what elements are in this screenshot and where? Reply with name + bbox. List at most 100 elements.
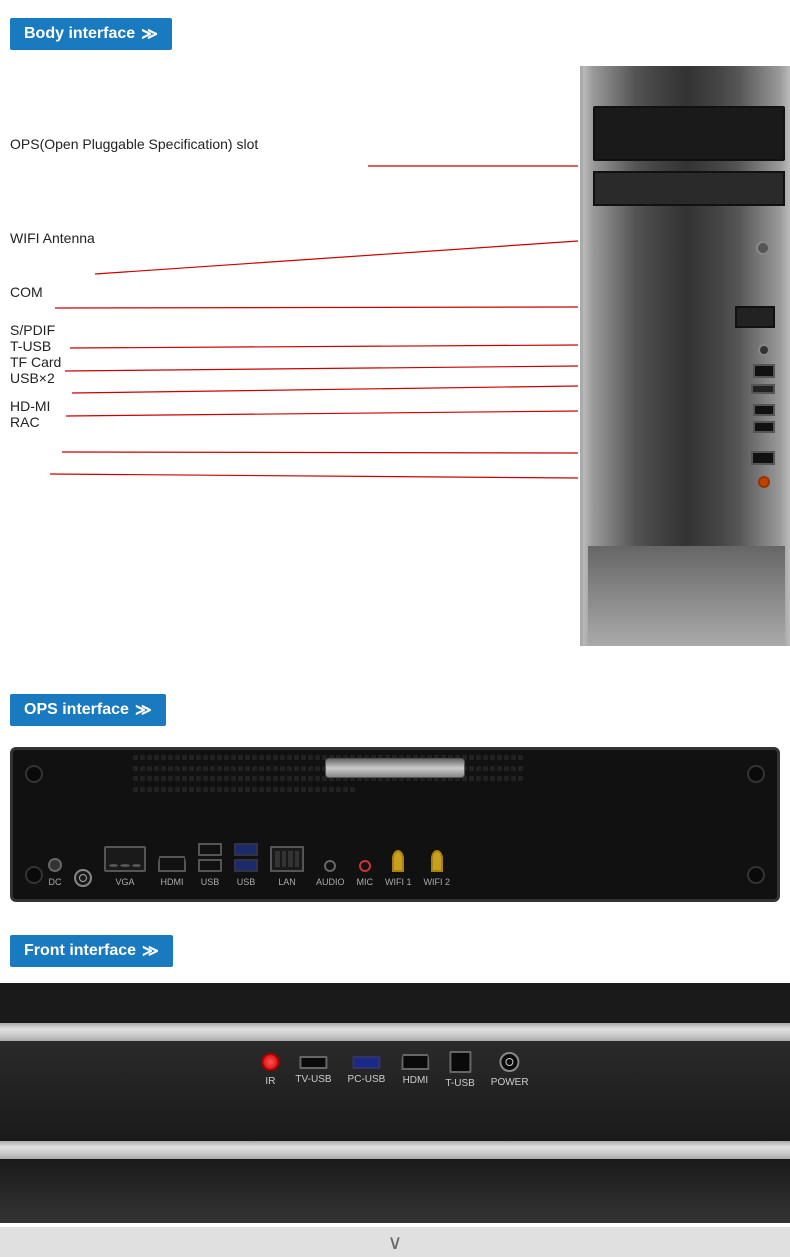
usb2-top [234,843,258,856]
mount-hole-tl [25,765,43,783]
ops-interface-title: OPS interface [24,701,129,719]
tusb-front-label: T-USB [445,1078,474,1089]
usb2a-visual [753,404,775,416]
front-port-pcusb: PC-USB [348,1056,386,1085]
tf-visual [751,384,775,394]
ops-port-usb2: USB [234,843,258,887]
label-ops-slot: OPS(Open Pluggable Specification) slot [10,136,258,152]
label-com-text: COM [10,284,43,300]
usb2-ops-label: USB [237,877,256,887]
label-rac: RAC [10,414,258,430]
bottom-bar: ∨ [0,1227,790,1257]
power-visual [74,869,92,887]
ops-port-wifi1: WIFI 1 [385,850,412,887]
label-hdmi: HD-MI [10,398,258,414]
hdmi-front-visual [401,1054,429,1070]
ops-port-vga: VGA [104,846,146,887]
front-interface-title: Front interface [24,942,136,960]
tusb-visual [753,364,775,378]
usb1-bot [198,859,222,872]
labels-container: OPS(Open Pluggable Specification) slot W… [10,136,258,430]
body-slot2 [593,171,785,206]
spdif-visual [758,344,770,356]
dc-visual [48,858,62,872]
ir-label: IR [265,1076,275,1087]
ops-ports-row: DC VGA HDMI [48,823,450,887]
ops-interface-header: OPS interface ≫ [10,694,166,726]
tusb-front-visual [449,1051,471,1073]
label-usb2: USB×2 [10,370,258,386]
ops-port-hdmi: HDMI [158,856,186,887]
label-com: COM [10,284,258,300]
mic-label: MIC [357,877,374,887]
front-port-tusb: T-USB [445,1051,474,1089]
pcusb-visual [352,1056,380,1069]
ops-port-lan: LAN [270,846,304,887]
label-tusb-text: T-USB [10,338,51,354]
mount-hole-bl [25,866,43,884]
ops-slot-visual [593,106,785,161]
rac-visual [758,476,770,488]
mount-hole-tr [747,765,765,783]
hdmi-visual [158,856,186,872]
tvusb-visual [299,1056,327,1069]
dc-label: DC [49,877,62,887]
ops-port-dc: DC [48,858,62,887]
com-visual [735,306,775,328]
ops-board-container: (function() { const area = document.curr… [10,747,780,902]
front-ports-area: IR TV-USB PC-USB HDMI T-USB POWER [261,1051,528,1089]
power-front-visual [500,1052,520,1072]
body-diagram: OPS(Open Pluggable Specification) slot W… [0,56,790,676]
body-interface-title: Body interface [24,25,135,43]
hdmi-ops-label: HDMI [161,877,184,887]
label-tusb: T-USB [10,338,258,354]
pcusb-label: PC-USB [348,1074,386,1085]
side-panel [580,66,790,646]
mount-hole-br [747,866,765,884]
usb2-bot [234,859,258,872]
body-chevron-icon: ≫ [141,24,158,44]
front-port-ir: IR [261,1053,279,1087]
front-chevron-icon: ≫ [142,941,159,961]
body-interface-header: Body interface ≫ [10,18,172,50]
hdmi-side-visual [751,451,775,465]
hdmi-front-label: HDMI [403,1075,429,1086]
wifi1-label: WIFI 1 [385,877,412,887]
front-panel-area: IR TV-USB PC-USB HDMI T-USB POWER [0,983,790,1223]
front-interface-header: Front interface ≫ [10,935,173,967]
front-port-power: POWER [491,1052,529,1088]
ir-visual [261,1053,279,1071]
vga-visual [104,846,146,872]
usb1-top [198,843,222,856]
label-spdif-text: S/PDIF [10,322,55,338]
usb2b-visual [753,421,775,433]
front-port-hdmi: HDMI [401,1054,429,1086]
label-wifi-text: WIFI Antenna [10,230,95,246]
ops-interface-section: OPS interface ≫ [0,676,790,732]
mic-visual [359,860,371,872]
label-tfcard-text: TF Card [10,354,61,370]
ops-port-wifi2: WIFI 2 [424,850,451,887]
usb1-label: USB [201,877,220,887]
wifi2-visual [431,850,443,872]
label-hdmi-text: HD-MI [10,398,50,414]
top-bezel [0,983,790,1023]
handle-bar [325,758,465,778]
wifi1-visual [392,850,404,872]
audio-label: AUDIO [316,877,345,887]
bottom-bezel [0,1159,790,1223]
wifi-visual [756,241,770,255]
ops-port-power [74,869,92,887]
label-wifi: WIFI Antenna [10,230,258,246]
lan-label: LAN [278,877,296,887]
audio-visual [324,860,336,872]
panel-bottom [588,546,785,646]
vga-label: VGA [115,877,134,887]
label-spdif: S/PDIF [10,322,258,338]
ops-port-usb1: USB [198,843,222,887]
ops-port-audio: AUDIO [316,860,345,887]
label-ops-slot-text: OPS(Open Pluggable Specification) slot [10,136,258,152]
ops-port-mic: MIC [357,860,374,887]
front-port-tvusb: TV-USB [295,1056,331,1085]
label-rac-text: RAC [10,414,40,430]
